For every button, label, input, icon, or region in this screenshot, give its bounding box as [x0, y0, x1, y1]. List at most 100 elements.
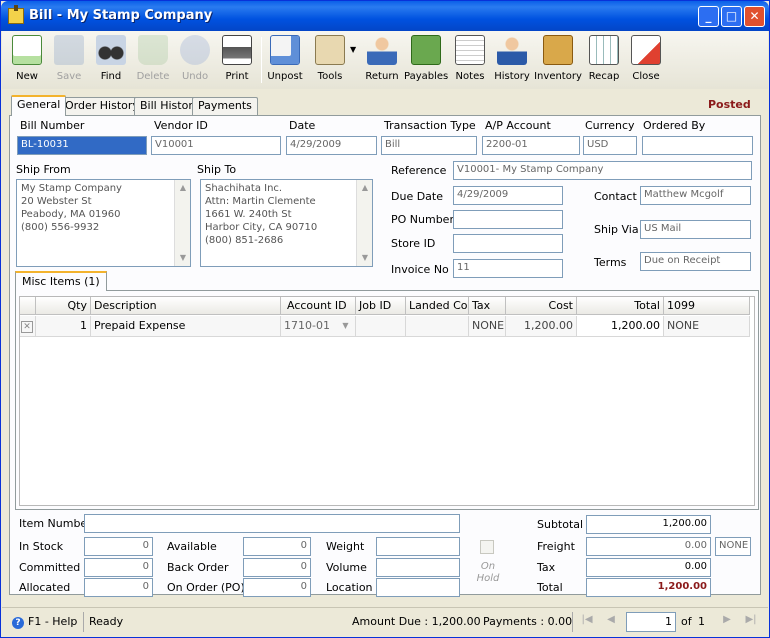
on-hold-label: On Hold: [476, 561, 500, 584]
tab-order-history[interactable]: Order History: [59, 97, 145, 115]
freight-tax-field[interactable]: NONE: [715, 537, 751, 556]
back-order-field[interactable]: 0: [243, 558, 311, 577]
date-label: Date: [289, 119, 316, 132]
job-id-cell[interactable]: [356, 316, 406, 337]
ship-to-scrollbar[interactable]: ▲ ▼: [356, 180, 372, 266]
maximize-button[interactable]: □: [721, 6, 742, 27]
qty-cell[interactable]: 1: [36, 316, 91, 337]
new-button[interactable]: New: [5, 35, 49, 87]
last-record-icon[interactable]: ▶|: [742, 614, 760, 630]
scroll-up-icon[interactable]: ▲: [176, 181, 190, 195]
description-cell[interactable]: Prepaid Expense: [91, 316, 281, 337]
previous-record-icon[interactable]: ◀: [602, 614, 620, 630]
delete-button[interactable]: Delete: [131, 35, 175, 87]
due-date-field[interactable]: 4/29/2009: [453, 186, 563, 205]
ship-via-field[interactable]: US Mail: [640, 220, 751, 239]
volume-field[interactable]: [376, 558, 460, 577]
1099-cell[interactable]: NONE: [664, 316, 750, 337]
column-header-total[interactable]: Total: [577, 297, 664, 315]
column-header-tax[interactable]: Tax: [469, 297, 506, 315]
on-hold-checkbox[interactable]: [480, 540, 494, 554]
save-button[interactable]: Save: [47, 35, 91, 87]
print-button[interactable]: Print: [215, 35, 259, 87]
person-return-icon: [367, 35, 397, 65]
weight-field[interactable]: [376, 537, 460, 556]
payables-money-icon: [411, 35, 441, 65]
first-record-icon[interactable]: |◀: [578, 614, 596, 630]
date-field[interactable]: 4/29/2009: [286, 136, 377, 155]
column-header-account-id[interactable]: Account ID: [281, 297, 356, 315]
account-id-cell[interactable]: 1710-01 ▼: [281, 316, 356, 337]
payables-button[interactable]: Payables: [404, 35, 448, 87]
chevron-down-icon[interactable]: ▼: [339, 319, 352, 332]
tab-misc-items[interactable]: Misc Items (1): [15, 271, 107, 291]
recap-button[interactable]: Recap: [582, 35, 626, 87]
tools-dropdown-arrow-icon[interactable]: ▼: [350, 45, 356, 54]
return-button[interactable]: Return: [360, 35, 404, 87]
column-header-1099[interactable]: 1099: [664, 297, 750, 315]
available-label: Available: [167, 540, 217, 553]
page-number-field[interactable]: 1: [626, 612, 676, 632]
column-header-description[interactable]: Description: [91, 297, 281, 315]
history-button[interactable]: History: [490, 35, 534, 87]
contact-field[interactable]: Matthew Mcgolf: [640, 186, 751, 205]
on-order-field[interactable]: 0: [243, 578, 311, 597]
ship-to-line: Shachihata Inc.: [205, 183, 283, 194]
row-header-column: [20, 297, 36, 315]
close-form-icon: [631, 35, 661, 65]
column-header-job-id[interactable]: Job ID: [356, 297, 406, 315]
scroll-up-icon[interactable]: ▲: [358, 181, 372, 195]
po-number-field[interactable]: [453, 210, 563, 229]
subtotal-field[interactable]: 1,200.00: [586, 515, 711, 534]
column-header-cost[interactable]: Cost: [506, 297, 577, 315]
scroll-down-icon[interactable]: ▼: [176, 251, 190, 265]
location-field[interactable]: [376, 578, 460, 597]
freight-field[interactable]: 0.00: [586, 537, 711, 556]
notes-button[interactable]: Notes: [448, 35, 492, 87]
landed-cost-cell[interactable]: [406, 316, 469, 337]
unpost-button[interactable]: Unpost: [263, 35, 307, 87]
store-id-field[interactable]: [453, 234, 563, 253]
total-field[interactable]: 1,200.00: [586, 578, 711, 597]
invoice-no-field[interactable]: 11: [453, 259, 563, 278]
column-header-landed-cost[interactable]: Landed Cos: [406, 297, 469, 315]
ship-to-line: Harbor City, CA 90710: [205, 222, 318, 233]
delete-row-icon[interactable]: ✕: [21, 321, 33, 333]
terms-field[interactable]: Due on Receipt: [640, 252, 751, 271]
column-header-qty[interactable]: Qty: [36, 297, 91, 315]
find-button[interactable]: Find: [89, 35, 133, 87]
reference-field[interactable]: V10001- My Stamp Company: [453, 161, 752, 180]
in-stock-field[interactable]: 0: [84, 537, 153, 556]
item-number-field[interactable]: [84, 514, 460, 533]
row-delete-cell[interactable]: ✕: [20, 316, 36, 337]
committed-field[interactable]: 0: [84, 558, 153, 577]
next-record-icon[interactable]: ▶: [718, 614, 736, 630]
on-order-label: On Order (PO): [167, 581, 245, 594]
cost-cell[interactable]: 1,200.00: [506, 316, 577, 337]
ap-account-field[interactable]: 2200-01: [482, 136, 580, 155]
close-window-button[interactable]: ✕: [744, 6, 765, 27]
transaction-type-label: Transaction Type: [384, 119, 476, 132]
bill-number-field[interactable]: BL-10031: [17, 136, 147, 155]
undo-button[interactable]: Undo: [173, 35, 217, 87]
tab-payments[interactable]: Payments: [192, 97, 258, 115]
vendor-id-field[interactable]: V10001: [151, 136, 281, 155]
currency-field[interactable]: USD: [583, 136, 637, 155]
ordered-by-field[interactable]: [642, 136, 753, 155]
tools-button[interactable]: Tools: [305, 35, 355, 87]
minimize-button[interactable]: _: [698, 6, 719, 27]
ship-from-address[interactable]: My Stamp Company 20 Webster St Peabody, …: [16, 179, 191, 267]
transaction-type-field[interactable]: Bill: [381, 136, 477, 155]
available-field[interactable]: 0: [243, 537, 311, 556]
scroll-down-icon[interactable]: ▼: [358, 251, 372, 265]
ship-to-address[interactable]: Shachihata Inc. Attn: Martin Clemente 16…: [200, 179, 373, 267]
tax-cell[interactable]: NONE: [469, 316, 506, 337]
tax-field[interactable]: 0.00: [586, 558, 711, 577]
total-cell[interactable]: 1,200.00: [577, 316, 664, 337]
ship-from-scrollbar[interactable]: ▲ ▼: [174, 180, 190, 266]
tab-general[interactable]: General: [11, 95, 67, 116]
inventory-button[interactable]: Inventory: [534, 35, 582, 87]
close-button[interactable]: Close: [624, 35, 668, 87]
help-button[interactable]: ? F1 - Help: [12, 615, 77, 629]
allocated-field[interactable]: 0: [84, 578, 153, 597]
